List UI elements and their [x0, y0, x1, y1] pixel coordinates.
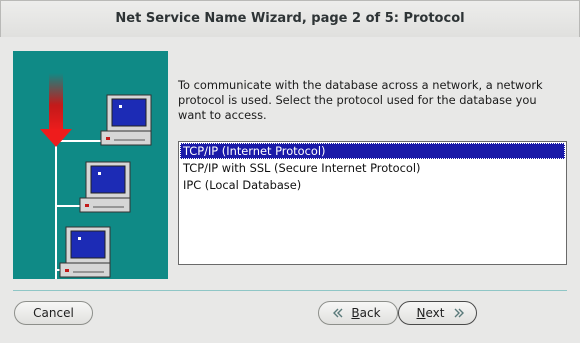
next-button[interactable]: Next	[398, 301, 477, 325]
window-title: Net Service Name Wizard, page 2 of 5: Pr…	[0, 0, 580, 38]
next-label: ext	[425, 306, 445, 320]
network-illustration	[13, 51, 168, 279]
chevron-left-icon	[333, 308, 343, 318]
wizard-dialog: To communicate with the database across …	[0, 37, 580, 343]
computer-icon	[100, 94, 152, 146]
network-diagram	[40, 73, 152, 279]
protocol-list[interactable]: TCP/IP (Internet Protocol) TCP/IP with S…	[178, 141, 567, 265]
back-button[interactable]: Back	[318, 301, 398, 325]
back-label: ack	[359, 306, 381, 320]
chevron-right-icon	[454, 308, 464, 318]
next-mnemonic: N	[416, 306, 426, 320]
computer-icon	[59, 226, 111, 278]
arrow-shaft	[49, 73, 63, 131]
cancel-button[interactable]: Cancel	[14, 301, 93, 325]
protocol-item-tcp[interactable]: TCP/IP (Internet Protocol)	[180, 143, 565, 159]
button-divider	[13, 290, 567, 291]
back-mnemonic: B	[351, 306, 360, 320]
computer-icon	[79, 161, 131, 213]
instruction-text: To communicate with the database across …	[178, 78, 543, 122]
protocol-item-tcp-ssl[interactable]: TCP/IP with SSL (Secure Internet Protoco…	[180, 160, 565, 176]
arrow-head	[40, 129, 72, 147]
protocol-item-ipc[interactable]: IPC (Local Database)	[180, 177, 565, 193]
